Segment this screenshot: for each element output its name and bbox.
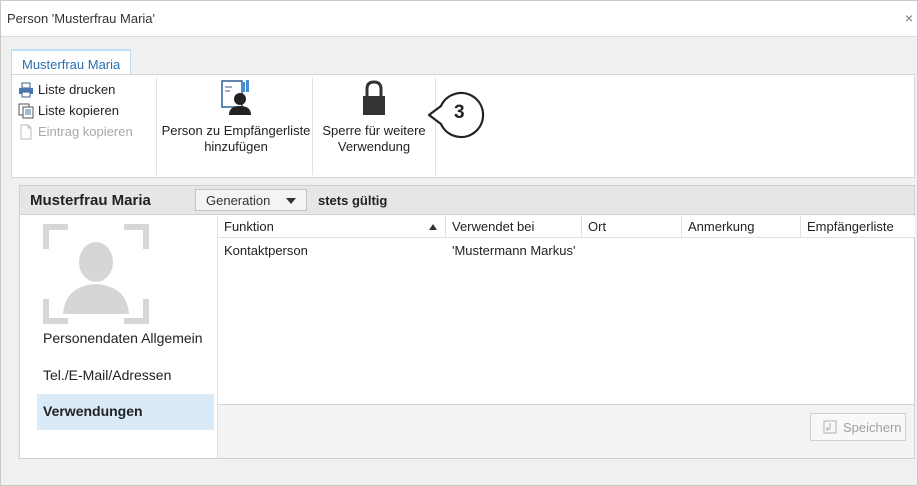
cell-funktion: Kontaktperson	[224, 243, 308, 258]
ribbon-separator	[312, 77, 313, 175]
sidebar-item-verwendungen[interactable]: Verwendungen	[37, 394, 214, 430]
copy-list-label: Liste kopieren	[38, 103, 119, 118]
column-label: Funktion	[224, 219, 274, 234]
lock-icon	[363, 80, 385, 115]
cell-ort	[582, 238, 588, 260]
callout-marker: 3	[426, 88, 494, 144]
cell-empfaengerliste	[801, 238, 807, 260]
ribbon-tab-strip: Musterfrau Maria	[1, 37, 917, 75]
generation-label: Generation	[206, 193, 271, 208]
column-header-empfaengerliste[interactable]: Empfängerliste	[801, 216, 915, 238]
save-label: Speichern	[843, 420, 902, 435]
list-actions-group: Liste drucken Liste kopieren Eintrag kop…	[18, 79, 158, 142]
column-header-ort[interactable]: Ort	[582, 216, 682, 238]
person-panel: Musterfrau Maria Generation stets gültig…	[19, 185, 915, 459]
print-list-label: Liste drucken	[38, 82, 116, 97]
column-header-funktion[interactable]: Funktion	[218, 216, 446, 238]
table-header: Funktion Verwendet bei Ort Anmerkung Emp…	[218, 216, 915, 238]
usage-table: Funktion Verwendet bei Ort Anmerkung Emp…	[217, 216, 915, 404]
copy-entry-icon	[20, 124, 32, 139]
close-icon[interactable]: ×	[905, 10, 913, 26]
copy-entry-label: Eintrag kopieren	[38, 124, 133, 139]
lock-label-line1: Sperre für weitere	[322, 123, 426, 138]
add-recipient-label-line1: Person zu Empfängerliste	[161, 123, 311, 138]
printer-icon	[19, 82, 33, 97]
callout-number: 3	[454, 102, 465, 123]
person-name: Musterfrau Maria	[30, 192, 151, 209]
ribbon-tab-person[interactable]: Musterfrau Maria	[11, 49, 132, 75]
copy-list-icon	[18, 103, 34, 118]
title-bar: Person 'Musterfrau Maria' ×	[1, 1, 917, 37]
validity-label: stets gültig	[318, 193, 388, 208]
add-recipient-icon	[221, 80, 251, 115]
lock-usage-button[interactable]: Sperre für weitere Verwendung	[315, 79, 433, 155]
copy-list-button[interactable]: Liste kopieren	[18, 100, 158, 121]
add-to-recipient-list-button[interactable]: Person zu Empfängerliste hinzufügen	[150, 79, 322, 155]
generation-dropdown[interactable]: Generation	[195, 189, 307, 211]
avatar-icon	[43, 224, 149, 324]
save-button[interactable]: Speichern	[810, 413, 906, 441]
add-recipient-label-line2: hinzufügen	[204, 139, 268, 154]
sidebar-item-personendaten[interactable]: Personendaten Allgemein	[37, 321, 214, 357]
panel-header: Musterfrau Maria Generation stets gültig	[20, 186, 914, 215]
sort-asc-icon	[429, 224, 437, 230]
person-dialog: Person 'Musterfrau Maria' × Musterfrau M…	[0, 0, 918, 486]
panel-footer: Speichern	[217, 404, 914, 458]
lock-label-line2: Verwendung	[337, 139, 411, 154]
copy-entry-button[interactable]: Eintrag kopieren	[18, 121, 158, 142]
table-row[interactable]: Kontaktperson 'Mustermann Markus'	[218, 238, 915, 260]
sidebar-item-kontakt[interactable]: Tel./E-Mail/Adressen	[37, 358, 214, 394]
chevron-down-icon	[286, 198, 296, 204]
print-list-button[interactable]: Liste drucken	[18, 79, 158, 100]
sidebar: Personendaten Allgemein Tel./E-Mail/Adre…	[20, 216, 216, 458]
cell-anmerkung	[682, 238, 688, 260]
cell-verwendet-bei: 'Mustermann Markus'	[452, 243, 576, 258]
column-header-verwendet-bei[interactable]: Verwendet bei	[446, 216, 582, 238]
window-title: Person 'Musterfrau Maria'	[7, 11, 156, 26]
column-header-anmerkung[interactable]: Anmerkung	[682, 216, 801, 238]
save-icon	[823, 420, 837, 434]
